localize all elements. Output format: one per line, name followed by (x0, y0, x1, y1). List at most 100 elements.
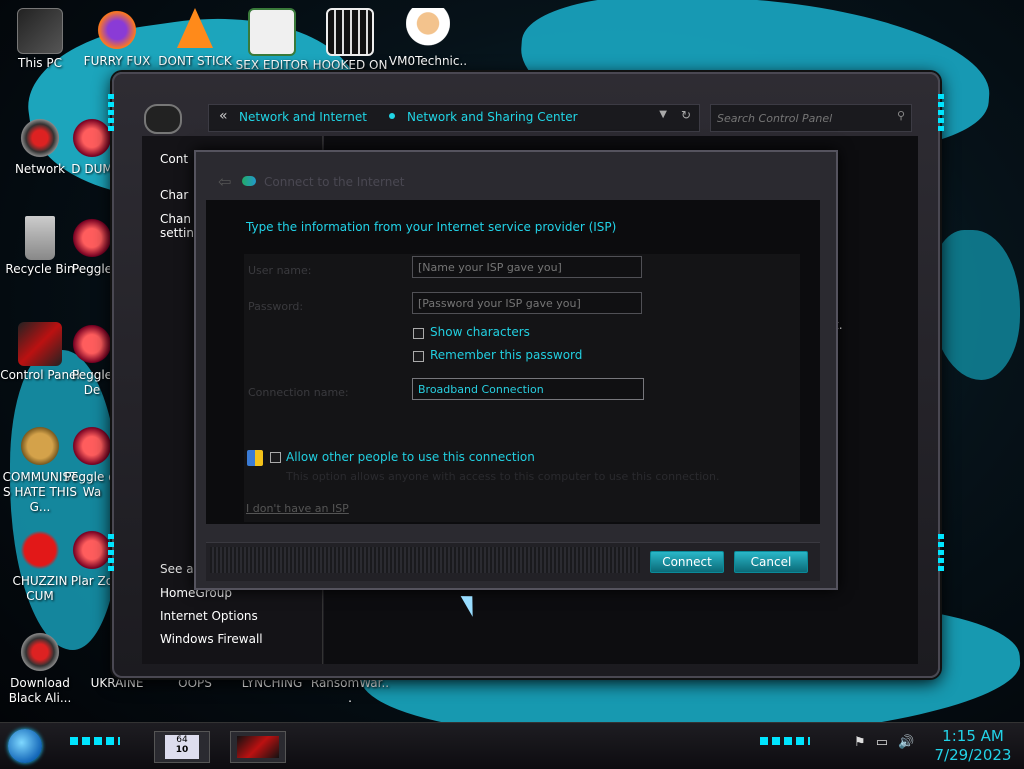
refresh-icon[interactable]: ↻ (681, 108, 691, 122)
control-panel-icon (237, 736, 279, 758)
breadcrumb-network-internet[interactable]: Network and Internet (239, 110, 367, 124)
link-windows-firewall[interactable]: Windows Firewall (160, 632, 263, 646)
username-field[interactable] (412, 256, 642, 278)
desktop-icon-label: RansomWar... (310, 676, 390, 705)
windows10-badge-icon: 64 10 (165, 735, 199, 759)
desktop-icon-hooked-on[interactable]: HOOKED ON (310, 8, 390, 73)
desktop-icon-label: UKRAINE (90, 676, 144, 690)
window-logo-icon (144, 104, 182, 134)
desktop-icon-lynching[interactable]: LYNCHING (232, 676, 312, 691)
system-tray: ⚑ ▭ 🔊 (854, 735, 914, 750)
desktop-icon-ukraine[interactable]: UKRAINE (77, 676, 157, 691)
search-icon[interactable]: ⚲ (897, 109, 905, 122)
desktop-icon-sex-editor[interactable]: SEX EDITOR (232, 8, 312, 73)
desktop-icon-download-black[interactable]: Download Black Ali... (0, 630, 80, 706)
peggle-icon (70, 322, 114, 366)
taskbar-control-panel-app[interactable] (230, 731, 286, 763)
password-label: Password: (248, 300, 304, 313)
see-also-heading: See a (160, 562, 194, 576)
network-icon (18, 630, 62, 674)
address-bar[interactable]: « Network and Internet Network and Shari… (208, 104, 700, 132)
window-accent (938, 94, 944, 134)
desktop-icon-label: SEX EDITOR (235, 58, 309, 72)
dialog-heading: Type the information from your Internet … (246, 220, 617, 234)
clock-time: 1:15 AM (942, 727, 1004, 745)
show-characters-label[interactable]: Show characters (430, 325, 530, 339)
taskbar-accent (70, 737, 120, 745)
connect-dialog: ⇦ Connect to the Internet Type the infor… (194, 150, 838, 590)
start-button[interactable] (8, 729, 42, 763)
desktop-icon-ransomware[interactable]: RansomWar... (310, 676, 390, 706)
vlc-cone-icon (177, 8, 213, 48)
back-chevron-icon[interactable]: « (219, 108, 228, 124)
taskbar-windows10-app[interactable]: 64 10 (154, 731, 210, 763)
connect-button[interactable]: Connect (650, 551, 724, 573)
connection-name-label: Connection name: (248, 386, 349, 399)
dialog-titlebar: ⇦ Connect to the Internet (196, 152, 836, 200)
search-input[interactable] (715, 109, 889, 127)
uac-shield-icon (247, 450, 263, 466)
badge-number: 10 (175, 745, 189, 755)
remember-password-checkbox[interactable] (413, 351, 424, 362)
password-field[interactable] (412, 292, 642, 314)
connection-name-field[interactable] (412, 378, 644, 400)
no-isp-link[interactable]: I don't have an ISP (246, 502, 349, 515)
search-box[interactable]: ⚲ (710, 104, 912, 132)
show-characters-checkbox[interactable] (413, 328, 424, 339)
peggle-icon (70, 216, 114, 260)
desktop-icon-label: OOPS (178, 676, 212, 690)
taskbar-accent (760, 737, 810, 745)
dialog-title: Connect to the Internet (264, 175, 405, 189)
money-bag-icon (18, 424, 62, 468)
remember-password-label[interactable]: Remember this password (430, 348, 582, 362)
badge-top-text: 64 (176, 735, 188, 745)
doctor-icon (406, 8, 450, 52)
window-accent (108, 94, 114, 134)
desktop-icon-this-pc[interactable]: This PC (0, 8, 80, 71)
cancel-button[interactable]: Cancel (734, 551, 808, 573)
left-pane-link[interactable]: Cont (160, 152, 188, 166)
desktop-icon-label: Download Black Ali... (8, 676, 72, 705)
firefox-icon (95, 8, 139, 52)
desktop-icon-oops[interactable]: OOPS (155, 676, 235, 691)
allow-others-checkbox[interactable] (270, 452, 281, 463)
taskbar: 64 10 ⚑ ▭ 🔊 1:15 AM 7/29/2023 (0, 722, 1024, 769)
maze-icon (326, 8, 374, 56)
breadcrumb-separator-icon (389, 113, 395, 119)
recycle-bin-icon (25, 216, 55, 260)
window-accent (108, 534, 114, 574)
desktop-icon-label: DONT STICK (158, 54, 232, 68)
left-pane-link[interactable]: Char (160, 188, 188, 202)
back-arrow-icon[interactable]: ⇦ (218, 172, 231, 191)
clock[interactable]: 1:15 AM 7/29/2023 (928, 727, 1018, 765)
desktop-icon-label: FURRY FUX (83, 54, 151, 68)
desktop-icon-furry-fux[interactable]: FURRY FUX (77, 8, 157, 69)
link-internet-options[interactable]: Internet Options (160, 609, 258, 623)
volume-icon[interactable]: 🔊 (898, 735, 914, 750)
isp-form: User name: Password: Show characters Rem… (244, 254, 800, 522)
dialog-body: Type the information from your Internet … (206, 200, 820, 524)
decorative-grille (210, 547, 640, 573)
dialog-button-bar: Connect Cancel (206, 542, 820, 581)
hex-editor-icon (248, 8, 296, 56)
desktop-icon-label: HOOKED ON (312, 58, 388, 72)
allow-others-label[interactable]: Allow other people to use this connectio… (286, 450, 535, 464)
allow-others-note: This option allows anyone with access to… (286, 470, 720, 483)
chuzzle-icon (18, 528, 62, 572)
desktop-icon-label: This PC (18, 56, 62, 70)
wallpaper-splash (930, 230, 1020, 380)
this-pc-icon (17, 8, 63, 54)
control-panel-icon (18, 322, 62, 366)
network-globe-icon (242, 176, 256, 186)
window-accent (938, 534, 944, 574)
clock-date: 7/29/2023 (934, 746, 1012, 764)
network-tray-icon[interactable]: ▭ (876, 735, 888, 750)
desktop-icon-dont-stick[interactable]: DONT STICK (155, 8, 235, 69)
peggle-icon (70, 424, 114, 468)
desktop-icon-label: LYNCHING (241, 676, 303, 690)
chevron-down-icon[interactable]: ▼ (659, 109, 667, 120)
username-label: User name: (248, 264, 312, 277)
breadcrumb-sharing-center[interactable]: Network and Sharing Center (407, 110, 578, 124)
flag-icon[interactable]: ⚑ (854, 735, 866, 750)
network-icon (18, 116, 62, 160)
